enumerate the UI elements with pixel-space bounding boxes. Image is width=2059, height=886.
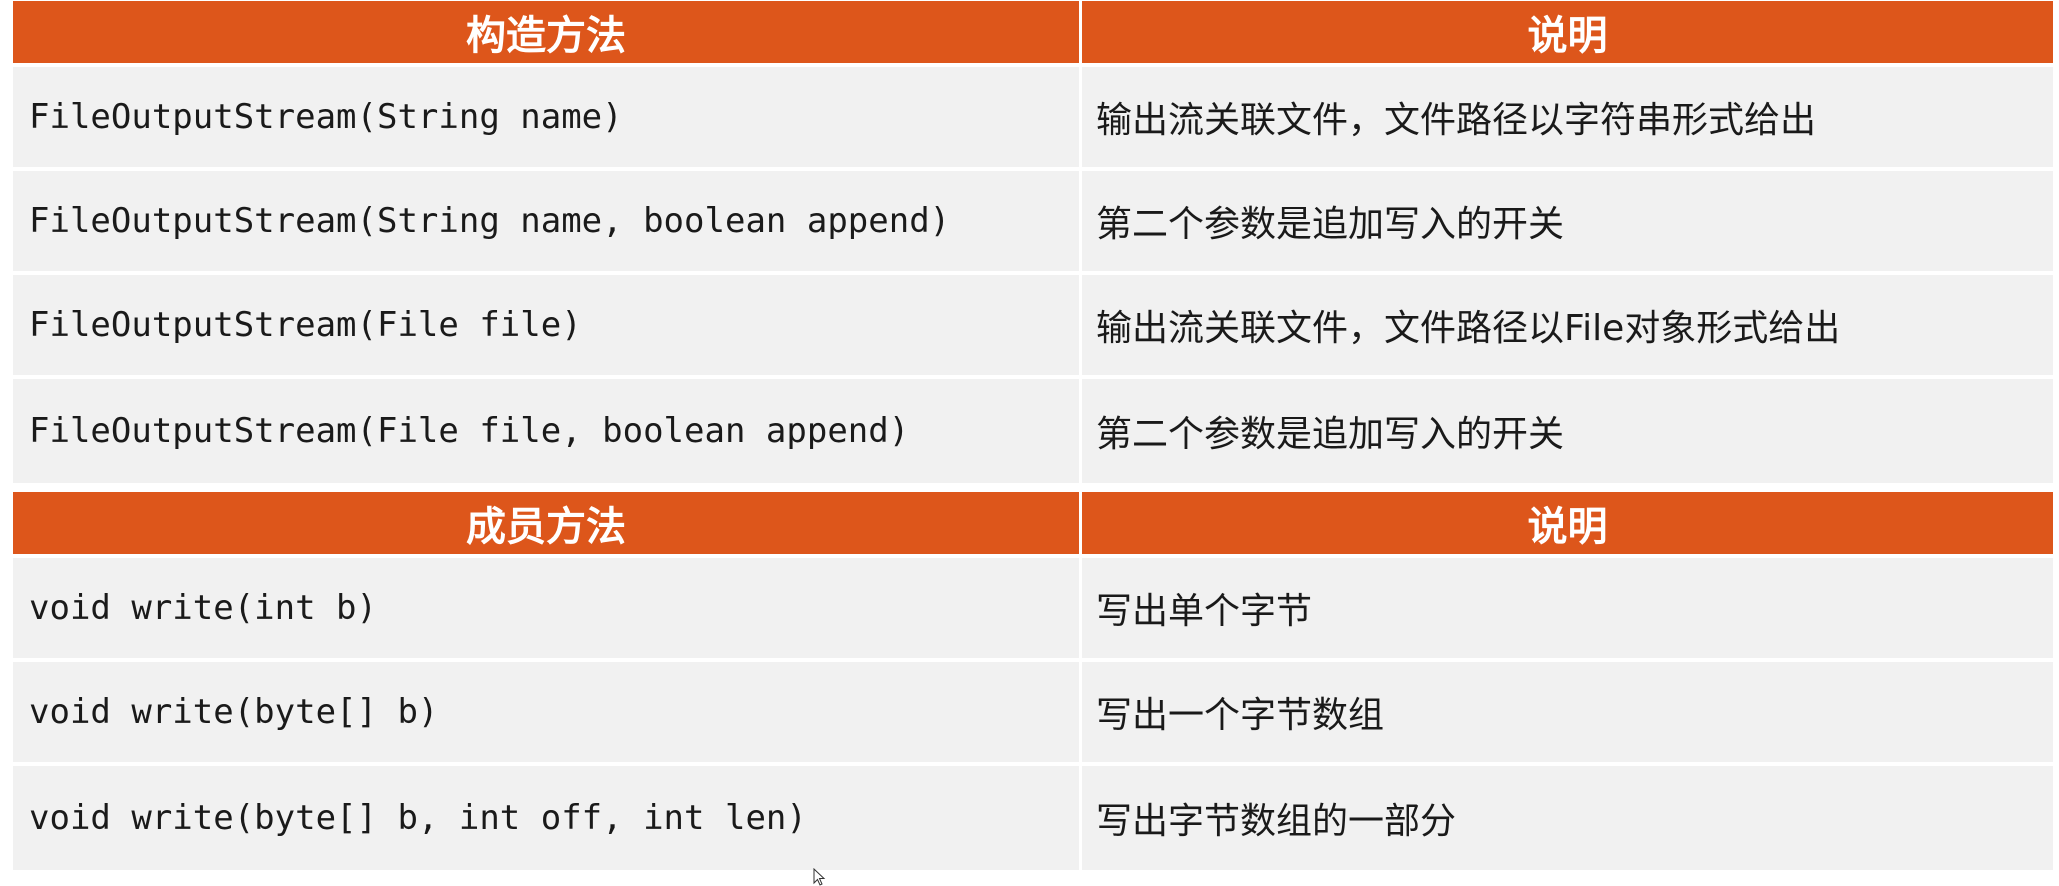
constructor-row-2-description: 第二个参数是追加写入的开关 — [1082, 171, 2053, 275]
constructor-row-1-description: 输出流关联文件，文件路径以字符串形式给出 — [1082, 67, 2053, 171]
member-description-header: 说明 — [1082, 492, 2053, 558]
constructor-row-1-method: FileOutputStream(String name) — [13, 67, 1082, 171]
member-row-2-description: 写出一个字节数组 — [1082, 662, 2053, 766]
constructor-table: 构造方法 说明 FileOutputStream(String name) 输出… — [13, 1, 2053, 483]
member-method-header: 成员方法 — [13, 492, 1082, 558]
constructor-row-4-method: FileOutputStream(File file, boolean appe… — [13, 379, 1082, 483]
constructor-row-3-description: 输出流关联文件，文件路径以File对象形式给出 — [1082, 275, 2053, 379]
constructor-row-3-method: FileOutputStream(File file) — [13, 275, 1082, 379]
member-row-1-description: 写出单个字节 — [1082, 558, 2053, 662]
member-row-1-method: void write(int b) — [13, 558, 1082, 662]
member-row-3-description: 写出字节数组的一部分 — [1082, 766, 2053, 870]
member-row-3-method: void write(byte[] b, int off, int len) — [13, 766, 1082, 870]
mouse-pointer-icon — [813, 868, 826, 886]
constructor-method-header: 构造方法 — [13, 1, 1082, 67]
method-reference-sheet: 构造方法 说明 FileOutputStream(String name) 输出… — [13, 1, 2053, 870]
member-row-2-method: void write(byte[] b) — [13, 662, 1082, 766]
constructor-row-4-description: 第二个参数是追加写入的开关 — [1082, 379, 2053, 483]
constructor-row-2-method: FileOutputStream(String name, boolean ap… — [13, 171, 1082, 275]
constructor-description-header: 说明 — [1082, 1, 2053, 67]
member-method-table: 成员方法 说明 void write(int b) 写出单个字节 void wr… — [13, 492, 2053, 870]
